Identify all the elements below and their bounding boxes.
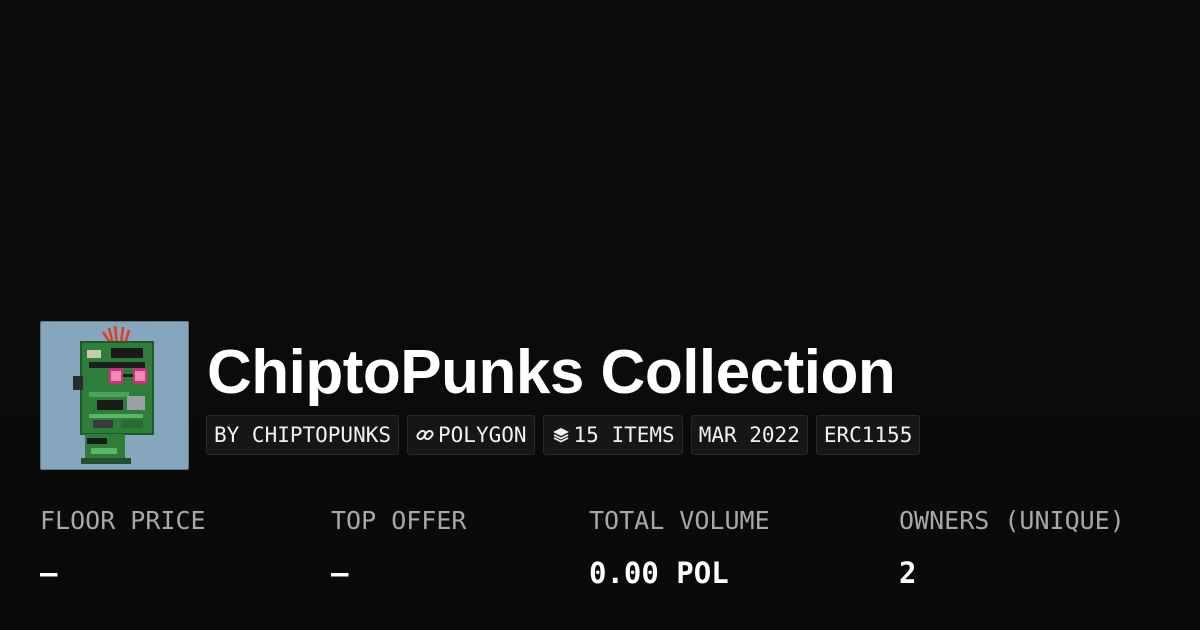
- collection-avatar[interactable]: [40, 321, 189, 470]
- stat-label: TOTAL VOLUME: [589, 506, 770, 535]
- stat-owners: OWNERS (UNIQUE) 2: [899, 503, 1125, 593]
- stat-value: 0.00 POL: [589, 556, 729, 590]
- collection-tags: BY CHIPTOPUNKS POLYGON 15 ITEMS MAR 2022…: [206, 415, 921, 455]
- date-tag-label: MAR 2022: [698, 423, 800, 447]
- stat-value: 2: [899, 556, 917, 590]
- standard-tag-label: ERC1155: [823, 423, 913, 447]
- collection-title: ChiptoPunks Collection: [207, 338, 896, 407]
- link-icon: [415, 425, 435, 445]
- chiptopunk-image: [41, 322, 188, 469]
- standard-tag: ERC1155: [815, 415, 921, 455]
- date-tag: MAR 2022: [690, 415, 808, 455]
- stat-label: OWNERS (UNIQUE): [899, 506, 1125, 535]
- chain-tag[interactable]: POLYGON: [407, 415, 535, 455]
- creator-tag-label: BY CHIPTOPUNKS: [214, 423, 392, 447]
- items-tag[interactable]: 15 ITEMS: [542, 415, 683, 455]
- chain-tag-label: POLYGON: [438, 423, 527, 447]
- stat-total-volume: TOTAL VOLUME 0.00 POL: [589, 503, 770, 593]
- stat-top-offer: TOP OFFER –: [331, 503, 466, 593]
- stat-floor-price: FLOOR PRICE –: [40, 503, 206, 593]
- stat-label: TOP OFFER: [331, 506, 467, 535]
- stat-label: FLOOR PRICE: [40, 506, 206, 535]
- stat-value: –: [331, 556, 349, 590]
- creator-tag[interactable]: BY CHIPTOPUNKS: [206, 415, 400, 455]
- items-tag-label: 15 ITEMS: [573, 423, 675, 447]
- collection-stats: FLOOR PRICE – TOP OFFER – TOTAL VOLUME 0…: [0, 503, 1200, 603]
- stat-value: –: [40, 556, 58, 590]
- layers-icon: [551, 425, 571, 445]
